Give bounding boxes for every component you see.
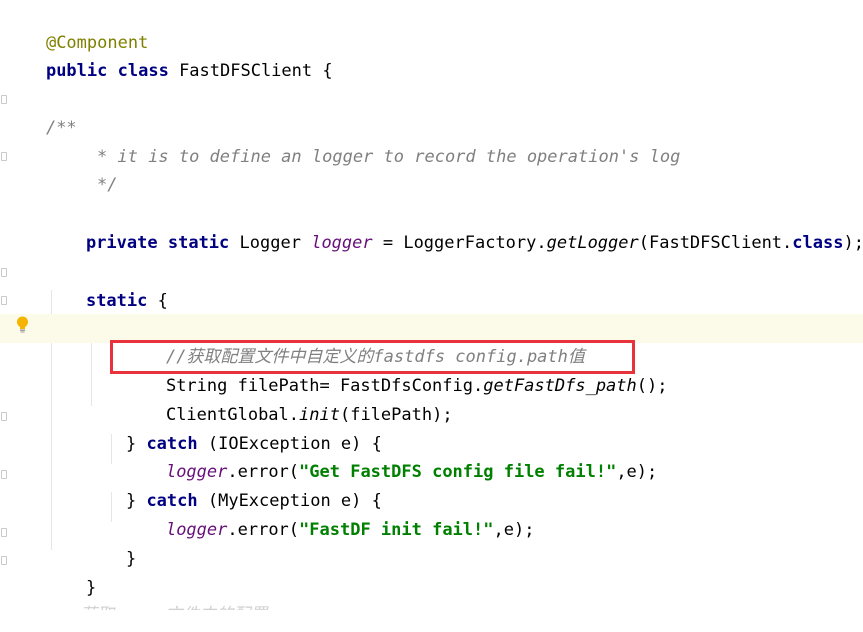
code-line[interactable]: logger.error("Get FastDFS config file fa… [0, 429, 863, 482]
brace: { [312, 61, 333, 81]
keyword: class [117, 61, 169, 81]
code-line[interactable]: public class FastDFSClient { [0, 28, 863, 81]
keyword: private [85, 233, 158, 253]
code-line[interactable]: logger.error("FastDF init fail!",e); [0, 487, 863, 540]
lightbulb-icon[interactable] [16, 316, 29, 333]
code-line[interactable]: } catch (IOException e) { [0, 401, 863, 454]
code-line[interactable]: static { [0, 258, 863, 311]
red-highlight-box [110, 340, 635, 374]
code-line-current[interactable]: //获取配置文件中自定义的fastdfs config.path值 [0, 314, 863, 367]
keyword: class [792, 233, 844, 253]
keyword: public [45, 61, 108, 81]
code-text: (FastDFSClient. [638, 233, 793, 253]
class-name: FastDFSClient [179, 61, 313, 81]
method-call: getLogger [546, 233, 639, 253]
code-line[interactable]: /** [0, 85, 863, 138]
type-name: Logger [239, 233, 301, 253]
cut-off-code-line: 获取 ... 文件中的配置 [80, 600, 500, 610]
keyword: static [167, 233, 230, 253]
code-line[interactable]: */ [0, 142, 863, 195]
code-line[interactable]: } [0, 516, 863, 569]
code-line[interactable]: * it is to define an logger to record th… [0, 114, 863, 167]
code-line[interactable]: ClientGlobal.init(filePath); [0, 372, 863, 425]
code-line[interactable]: } catch (MyException e) { [0, 458, 863, 511]
code-editor[interactable]: @Component public class FastDFSClient { … [0, 0, 863, 610]
code-line[interactable]: } [0, 545, 863, 598]
code-line[interactable]: @Component [0, 0, 863, 53]
brace: } [85, 578, 97, 598]
code-text: ); [843, 233, 863, 253]
doc-comment: */ [96, 175, 118, 195]
code-text: = LoggerFactory. [372, 233, 547, 253]
code-line[interactable]: private static Logger logger = LoggerFac… [0, 200, 863, 253]
code-line[interactable]: try { [0, 287, 863, 340]
field-name: logger [311, 233, 373, 253]
